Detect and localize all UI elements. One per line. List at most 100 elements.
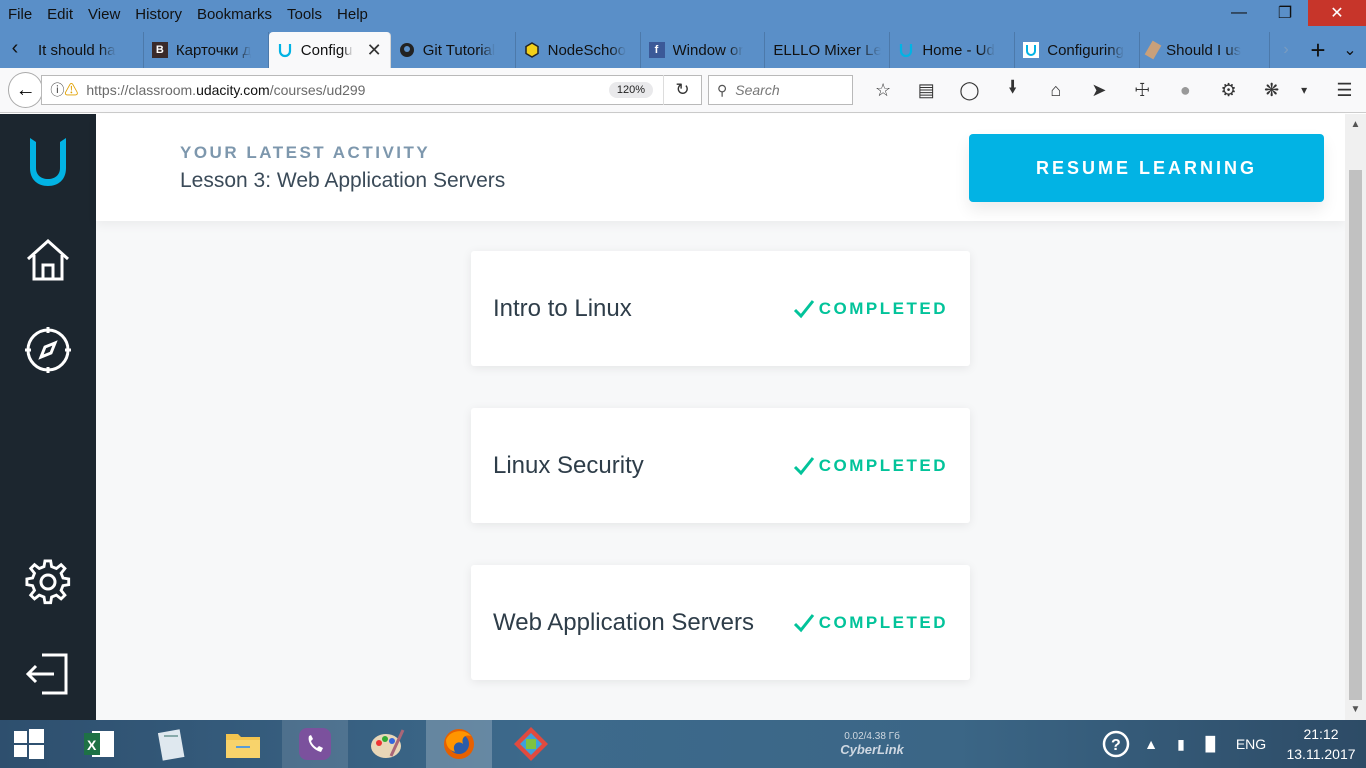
- lesson-title: Web Application Servers: [493, 608, 755, 636]
- back-button[interactable]: ←: [8, 72, 44, 108]
- tab[interactable]: Git Tutorial: [391, 32, 516, 68]
- hamburger-menu-icon[interactable]: ☰: [1323, 75, 1366, 105]
- reload-icon[interactable]: ↻: [663, 75, 701, 105]
- resume-learning-button[interactable]: RESUME LEARNING: [969, 134, 1324, 202]
- power-icon[interactable]: ▮: [1166, 720, 1196, 768]
- tab-scroll-right-icon[interactable]: ›: [1270, 32, 1302, 68]
- tab[interactable]: ELLLO Mixer Le: [765, 32, 891, 68]
- tab[interactable]: Should I us: [1140, 32, 1271, 68]
- scroll-thumb[interactable]: [1349, 170, 1362, 700]
- url-text: https://classroom.udacity.com/courses/ud…: [86, 82, 366, 98]
- menu-bookmarks[interactable]: Bookmarks: [196, 6, 273, 23]
- close-window-button[interactable]: ✕: [1308, 0, 1366, 26]
- tab-title: Configu: [300, 41, 353, 59]
- new-tab-button[interactable]: +: [1302, 32, 1334, 68]
- tab-strip: ‹ It should ha B Карточки д Configu ✕ Gi…: [0, 28, 1366, 68]
- lesson-title: Intro to Linux: [493, 294, 632, 322]
- lesson-card[interactable]: Linux Security COMPLETED: [471, 408, 970, 523]
- search-input[interactable]: ⚲ Search: [708, 75, 854, 105]
- send-icon[interactable]: ➤: [1077, 75, 1120, 105]
- menu-help[interactable]: Help: [336, 6, 369, 23]
- completed-status: COMPLETED: [793, 612, 948, 634]
- reading-list-icon[interactable]: ▤: [905, 75, 948, 105]
- language-indicator[interactable]: ENG: [1226, 720, 1276, 768]
- b-favicon-icon: B: [151, 42, 168, 58]
- network-extension-icon[interactable]: ⚙: [1207, 75, 1250, 105]
- show-hidden-icons-chevron-icon[interactable]: ▲: [1136, 720, 1166, 768]
- menu-history[interactable]: History: [134, 6, 183, 23]
- cyberlink-brand: CyberLink: [840, 742, 904, 757]
- logout-icon[interactable]: [22, 648, 74, 700]
- zoom-level-badge[interactable]: 120%: [608, 82, 653, 98]
- tab[interactable]: Configuring: [1015, 32, 1141, 68]
- tab[interactable]: It should ha: [30, 32, 144, 68]
- excel-icon[interactable]: X: [66, 720, 132, 768]
- notes-icon[interactable]: [138, 720, 204, 768]
- activity-lesson-title[interactable]: Lesson 3: Web Application Servers: [180, 169, 505, 193]
- lesson-card[interactable]: Web Application Servers COMPLETED: [471, 565, 970, 680]
- system-tray: ? ▲ ▮ ▉ ENG 21:12 13.11.2017: [1096, 720, 1366, 768]
- windows-start-icon[interactable]: [0, 720, 58, 768]
- github-favicon-icon: [399, 42, 415, 58]
- jetbrains-icon[interactable]: [498, 720, 564, 768]
- paint-icon[interactable]: [354, 720, 420, 768]
- menu-edit[interactable]: Edit: [46, 6, 74, 23]
- overflow-chevron-icon[interactable]: ▾: [1293, 75, 1315, 105]
- compass-nav-icon[interactable]: [22, 324, 74, 376]
- navigation-bar: ← ⓘ⚠ https://classroom.udacity.com/cours…: [0, 68, 1366, 113]
- site-info-icon[interactable]: ⓘ⚠: [50, 80, 78, 100]
- tab-scroll-left-icon[interactable]: ‹: [0, 28, 30, 68]
- tab[interactable]: B Карточки д: [144, 32, 269, 68]
- scroll-down-icon[interactable]: ▼: [1345, 701, 1366, 718]
- minimize-button[interactable]: —: [1216, 0, 1262, 26]
- vertical-scrollbar[interactable]: ▲ ▼: [1345, 114, 1366, 720]
- page-content: YOUR LATEST ACTIVITY Lesson 3: Web Appli…: [0, 114, 1366, 720]
- world-extension-icon[interactable]: ●: [1164, 75, 1207, 105]
- settings-gear-icon[interactable]: [22, 556, 74, 608]
- download-icon[interactable]: 🠛: [991, 75, 1034, 105]
- bookmark-star-icon[interactable]: ☆: [861, 75, 904, 105]
- svg-text:X: X: [87, 737, 97, 753]
- tab[interactable]: NodeSchoo: [516, 32, 641, 68]
- completed-status: COMPLETED: [793, 455, 948, 477]
- url-bar[interactable]: ⓘ⚠ https://classroom.udacity.com/courses…: [41, 75, 702, 105]
- tab[interactable]: Home - Ud: [890, 32, 1016, 68]
- lesson-card[interactable]: Intro to Linux COMPLETED: [471, 251, 970, 366]
- file-explorer-icon[interactable]: [210, 720, 276, 768]
- globe-extension-icon[interactable]: ☩: [1121, 75, 1164, 105]
- page-favicon-icon: [1144, 40, 1162, 60]
- lesson-title: Linux Security: [493, 451, 644, 479]
- menu-view[interactable]: View: [87, 6, 121, 23]
- tab-active[interactable]: Configu ✕: [268, 32, 391, 68]
- help-icon[interactable]: ?: [1096, 720, 1136, 768]
- home-icon[interactable]: ⌂: [1034, 75, 1077, 105]
- network-signal-icon[interactable]: ▉: [1196, 720, 1226, 768]
- tab-title: It should ha: [37, 41, 116, 59]
- nodeschool-favicon-icon: [524, 42, 540, 58]
- checkmark-icon: [793, 613, 814, 632]
- udacity-logo-icon[interactable]: [22, 136, 74, 188]
- all-tabs-chevron-icon[interactable]: ⌄: [1334, 32, 1366, 68]
- windows-taskbar: X 0.02/4.38 Гб CyberLink ? ▲ ▮ ▉ ENG 21:…: [0, 720, 1366, 768]
- bug-extension-icon[interactable]: ❋: [1250, 75, 1293, 105]
- maximize-button[interactable]: ❐: [1262, 0, 1308, 26]
- tab-title: NodeSchoo: [547, 41, 627, 59]
- viber-icon[interactable]: [282, 720, 348, 768]
- udacity-favicon-icon: [898, 42, 914, 58]
- cyberlink-widget[interactable]: 0.02/4.38 Гб CyberLink: [812, 720, 932, 768]
- udacity-favicon-icon: [277, 42, 293, 58]
- clock[interactable]: 21:12 13.11.2017: [1276, 724, 1366, 764]
- udacity-favicon-icon: [1023, 42, 1040, 58]
- svg-text:?: ?: [1111, 737, 1121, 754]
- pocket-icon[interactable]: ◯: [948, 75, 991, 105]
- latest-activity-header: YOUR LATEST ACTIVITY Lesson 3: Web Appli…: [96, 114, 1345, 221]
- search-icon: ⚲: [717, 81, 728, 98]
- scroll-up-icon[interactable]: ▲: [1345, 116, 1366, 133]
- tab[interactable]: f Window or: [641, 32, 766, 68]
- firefox-icon[interactable]: [426, 720, 492, 768]
- menu-file[interactable]: File: [7, 6, 33, 23]
- tab-title: Карточки д: [175, 41, 252, 59]
- menu-tools[interactable]: Tools: [286, 6, 323, 23]
- tab-close-icon[interactable]: ✕: [367, 40, 382, 61]
- home-nav-icon[interactable]: [22, 234, 74, 286]
